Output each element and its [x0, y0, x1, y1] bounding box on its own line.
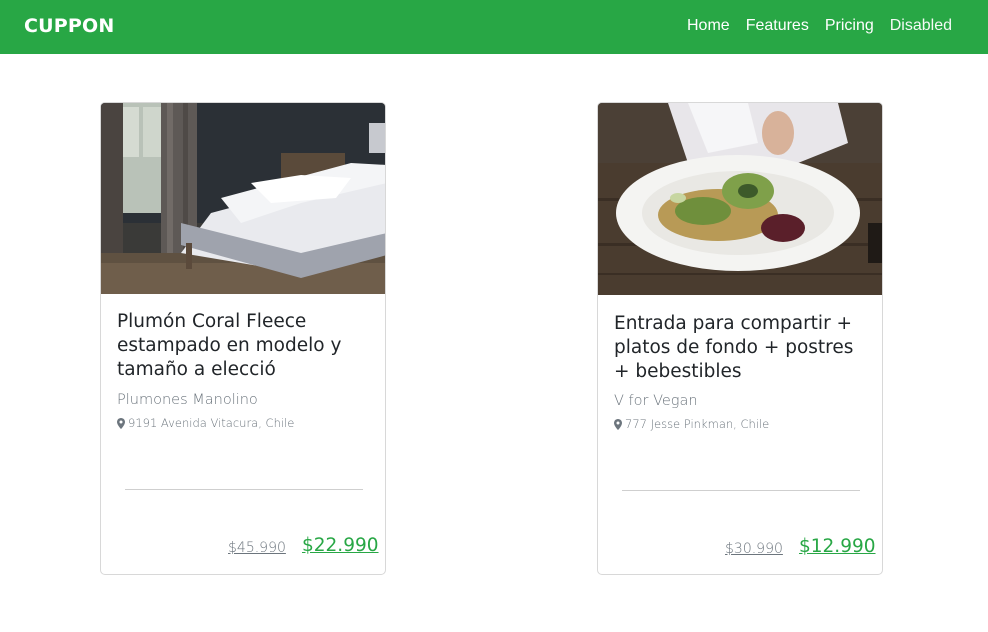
address-text: 777 Jesse Pinkman, Chile: [625, 417, 770, 431]
salad-plate-photo[interactable]: [598, 103, 883, 295]
discount-price[interactable]: $12.990: [799, 536, 876, 557]
address: 9191 Avenida Vitacura, Chile: [117, 416, 294, 430]
map-marker-icon: [117, 417, 125, 429]
bedroom-photo[interactable]: [101, 103, 386, 294]
vendor-name: Plumones Manolino: [117, 392, 258, 408]
deal-card[interactable]: Plumón Coral Fleece estampado en modelo …: [100, 102, 386, 575]
map-marker-icon: [614, 418, 622, 430]
original-price[interactable]: $45.990: [228, 540, 286, 556]
address-text: 9191 Avenida Vitacura, Chile: [128, 416, 295, 430]
vendor-name: V for Vegan: [614, 393, 698, 409]
divider: [622, 490, 860, 491]
top-navbar: CUPPON Home Features Pricing Disabled: [0, 0, 988, 54]
nav-link-features[interactable]: Features: [746, 17, 809, 35]
deal-card[interactable]: Entrada para compartir + platos de fondo…: [597, 102, 883, 575]
deal-title[interactable]: Entrada para compartir + platos de fondo…: [614, 312, 868, 384]
nav-link-home[interactable]: Home: [687, 17, 730, 35]
nav-link-pricing[interactable]: Pricing: [825, 17, 874, 35]
original-price[interactable]: $30.990: [725, 541, 783, 557]
nav-link-disabled[interactable]: Disabled: [890, 17, 952, 35]
brand-logo[interactable]: CUPPON: [24, 15, 114, 37]
deal-title[interactable]: Plumón Coral Fleece estampado en modelo …: [117, 310, 371, 382]
discount-price[interactable]: $22.990: [302, 535, 379, 556]
nav-links: Home Features Pricing Disabled: [671, 17, 952, 35]
address: 777 Jesse Pinkman, Chile: [614, 417, 769, 431]
divider: [125, 489, 363, 490]
